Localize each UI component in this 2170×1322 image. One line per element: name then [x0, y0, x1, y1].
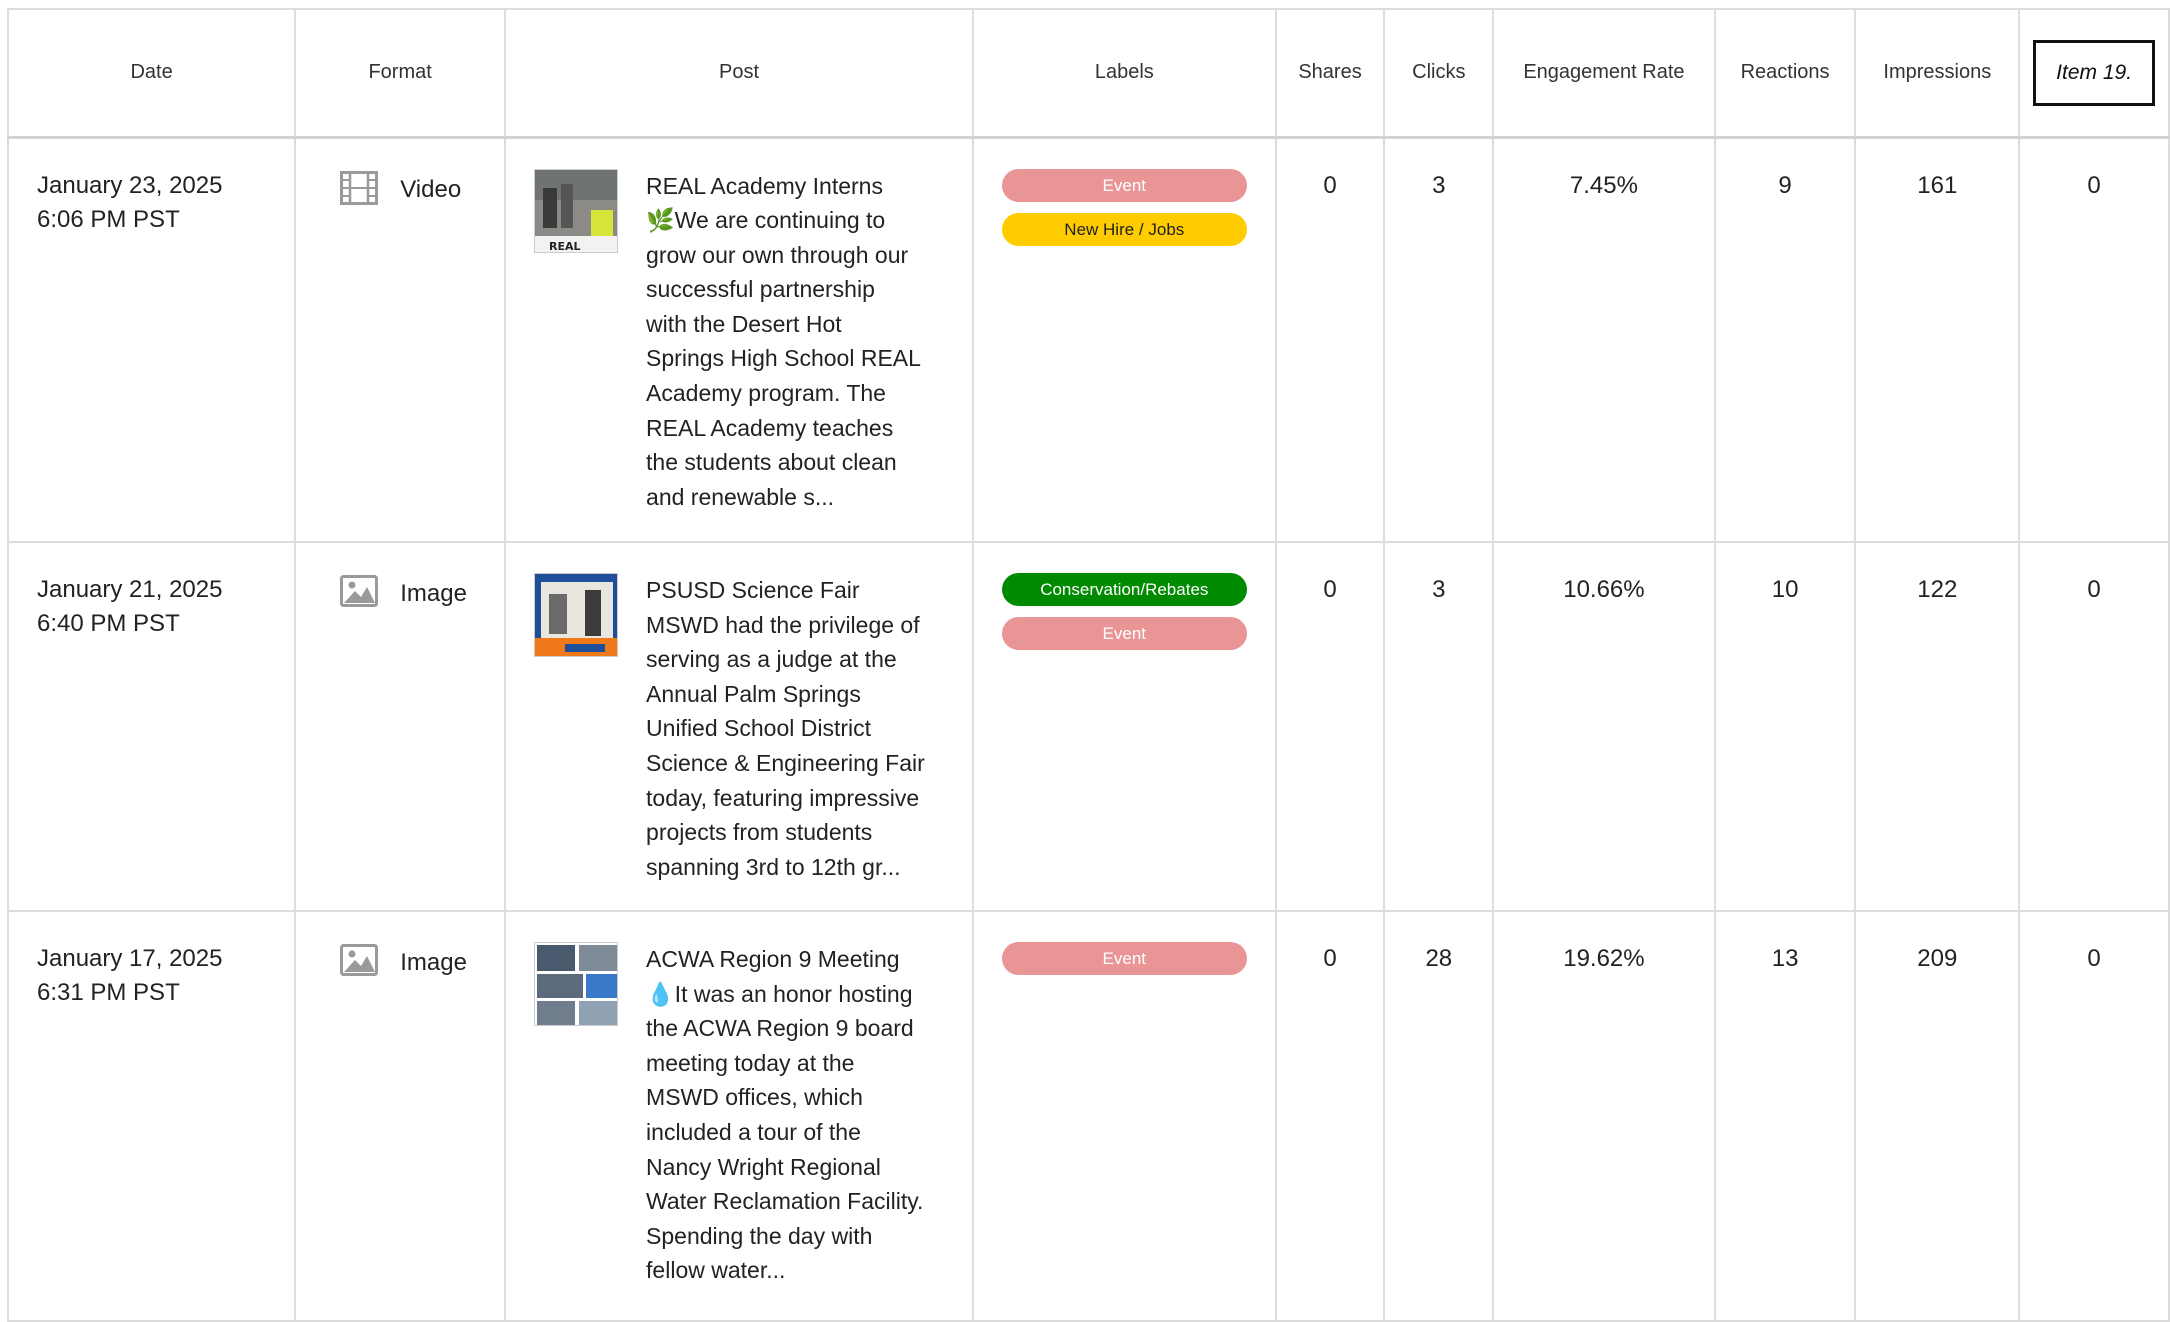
labels-cell: Conservation/Rebates Event — [971, 541, 1277, 912]
label-badge[interactable]: Event — [1001, 617, 1247, 650]
shares-value: 0 — [1274, 910, 1386, 1322]
header-labels[interactable]: Labels — [971, 8, 1277, 138]
date-cell: January 17, 2025 6:31 PM PST — [6, 910, 297, 1322]
posts-table: Date Format Post Labels Shares Clicks En… — [6, 8, 2170, 1322]
header-shares[interactable]: Shares — [1274, 8, 1386, 138]
post-text: REAL Academy Interns 🌿We are continuing … — [646, 172, 921, 510]
table-row[interactable]: January 21, 2025 6:40 PM PST Image PSUSD… — [6, 541, 2170, 912]
item-19-label: Item 19. — [2033, 39, 2156, 106]
shares-value: 0 — [1274, 136, 1386, 543]
header-format[interactable]: Format — [294, 8, 507, 138]
post-thumbnail[interactable] — [534, 573, 619, 657]
impressions-value: 209 — [1854, 910, 2021, 1322]
date-cell: January 21, 2025 6:40 PM PST — [6, 541, 297, 912]
post-time: 6:31 PM PST — [37, 979, 180, 1006]
item-19-value: 0 — [2018, 541, 2170, 912]
engagement-rate-value: 19.62% — [1492, 910, 1716, 1322]
film-icon — [340, 170, 379, 210]
impressions-value: 122 — [1854, 541, 2021, 912]
post-text: PSUSD Science Fair MSWD had the privileg… — [646, 577, 925, 880]
label-badge[interactable]: Event — [1001, 168, 1247, 202]
header-row: Date Format Post Labels Shares Clicks En… — [6, 8, 2170, 138]
label-badge[interactable]: New Hire / Jobs — [1001, 212, 1247, 246]
engagement-rate-value: 7.45% — [1492, 136, 1716, 543]
post-cell[interactable]: REAL REAL Academy Interns 🌿We are contin… — [504, 136, 974, 543]
post-date: January 23, 2025 — [37, 171, 223, 199]
header-impressions[interactable]: Impressions — [1854, 8, 2021, 138]
labels-cell: Event New Hire / Jobs — [971, 136, 1277, 543]
reactions-value: 10 — [1713, 541, 1857, 912]
impressions-value: 161 — [1854, 136, 2021, 543]
header-reactions[interactable]: Reactions — [1713, 8, 1857, 138]
item-19-value: 0 — [2018, 136, 2170, 543]
image-icon — [340, 944, 379, 981]
svg-text:REAL: REAL — [549, 240, 581, 253]
header-item-19[interactable]: Item 19. — [2018, 8, 2170, 138]
shares-value: 0 — [1274, 541, 1386, 912]
header-engagement-rate[interactable]: Engagement Rate — [1492, 8, 1716, 138]
post-time: 6:40 PM PST — [37, 610, 180, 637]
header-clicks[interactable]: Clicks — [1383, 8, 1495, 138]
format-label: Image — [400, 948, 467, 976]
post-thumbnail[interactable] — [534, 942, 619, 1026]
header-date[interactable]: Date — [6, 8, 297, 138]
format-label: Image — [400, 579, 467, 607]
format-cell: Image — [294, 541, 507, 912]
date-cell: January 23, 2025 6:06 PM PST — [6, 136, 297, 543]
engagement-rate-value: 10.66% — [1492, 541, 1716, 912]
label-badge[interactable]: Event — [1001, 942, 1247, 975]
clicks-value: 3 — [1383, 136, 1495, 543]
format-cell: Image — [294, 910, 507, 1322]
post-thumbnail[interactable]: REAL — [534, 168, 619, 253]
post-cell[interactable]: PSUSD Science Fair MSWD had the privileg… — [504, 541, 974, 912]
post-text: ACWA Region 9 Meeting 💧It was an honor h… — [646, 946, 924, 1284]
clicks-value: 3 — [1383, 541, 1495, 912]
image-icon — [340, 575, 379, 612]
clicks-value: 28 — [1383, 910, 1495, 1322]
labels-cell: Event — [971, 910, 1277, 1322]
format-cell: Video — [294, 136, 507, 543]
table-row[interactable]: January 17, 2025 6:31 PM PST Image ACWA … — [6, 910, 2170, 1322]
post-time: 6:06 PM PST — [37, 205, 180, 233]
post-cell[interactable]: ACWA Region 9 Meeting 💧It was an honor h… — [504, 910, 974, 1322]
post-date: January 21, 2025 — [37, 576, 223, 603]
format-label: Video — [400, 176, 462, 203]
table-row[interactable]: January 23, 2025 6:06 PM PST Video REAL … — [6, 136, 2170, 543]
post-date: January 17, 2025 — [37, 945, 223, 972]
label-badge[interactable]: Conservation/Rebates — [1001, 573, 1247, 606]
reactions-value: 13 — [1713, 910, 1857, 1322]
item-19-value: 0 — [2018, 910, 2170, 1322]
header-post[interactable]: Post — [504, 8, 974, 138]
reactions-value: 9 — [1713, 136, 1857, 543]
